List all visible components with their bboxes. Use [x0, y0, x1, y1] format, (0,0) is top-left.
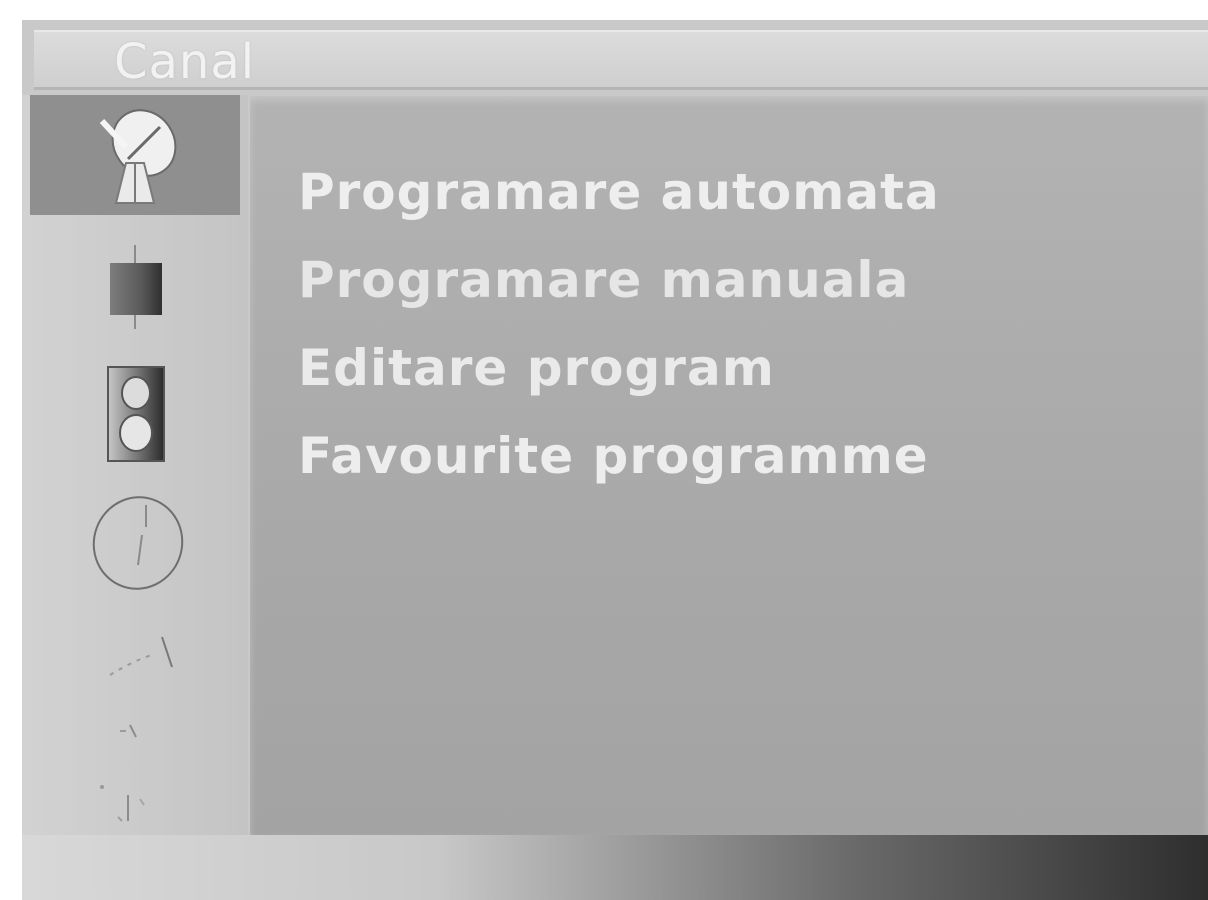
settings-icon [100, 785, 145, 822]
menu-item-manual-programming[interactable]: Programare manuala [298, 236, 940, 324]
sidebar-item-picture[interactable] [30, 225, 240, 345]
menu-title-bar: Canal [34, 30, 1208, 90]
tv-osd-menu: Canal Programare automata Programare man… [22, 20, 1208, 900]
menu-title: Canal [114, 34, 256, 90]
bottom-bar [22, 835, 1208, 900]
satellite-dish-icon [99, 109, 177, 204]
picture-icon [110, 245, 162, 329]
sidebar-item-sound[interactable] [30, 355, 240, 475]
speaker-icon [107, 366, 165, 462]
special-icon [109, 636, 173, 676]
category-sidebar [22, 95, 248, 835]
clock-icon [92, 496, 184, 590]
screen-icon [120, 724, 137, 738]
menu-item-auto-programming[interactable]: Programare automata [298, 148, 940, 236]
sidebar-item-time[interactable] [30, 485, 240, 605]
menu-item-favourite-programmes[interactable]: Favourite programme [298, 412, 940, 500]
sidebar-item-canal[interactable] [30, 95, 240, 215]
menu-panel: Programare automata Programare manuala E… [250, 96, 1208, 836]
menu-item-edit-program[interactable]: Editare program [298, 324, 940, 412]
channel-menu-list: Programare automata Programare manuala E… [298, 148, 940, 500]
